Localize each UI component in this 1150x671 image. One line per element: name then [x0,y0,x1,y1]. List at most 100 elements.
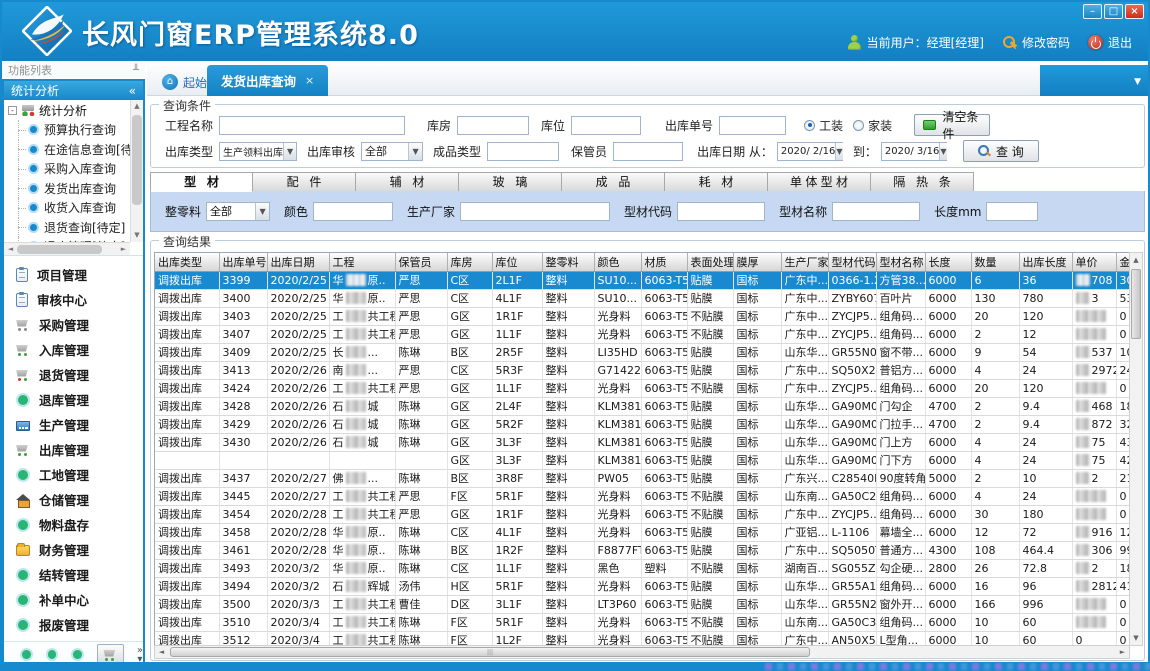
material-tab-4[interactable]: 成品 [562,172,665,192]
scroll-right-icon[interactable]: ► [117,245,130,253]
table-row[interactable]: 调拨出库34032020/2/25工共工程严思G区1R1F整料光身料6063-T… [155,307,1130,325]
scroll-up-icon[interactable]: ▲ [131,100,143,113]
out-type-select[interactable]: 生产领料出库▼ [219,142,297,161]
tab-close-icon[interactable]: × [305,74,314,87]
table-row[interactable]: 调拨出库34372020/2/27佛...陈琳B区3R8F整料PW056063-… [155,469,1130,487]
tree-item-3[interactable]: 发货出库查询 [4,179,130,199]
tree-horizontal-scrollbar[interactable]: ◄ ► [4,242,130,255]
column-header[interactable]: 整零料 [542,253,594,271]
tree-vertical-scrollbar[interactable]: ▲ ▼ [130,100,143,242]
scroll-right-icon[interactable]: ► [1116,648,1129,656]
section-header-statistics[interactable]: 统计分析 « [4,81,143,100]
column-header[interactable]: 工程 [329,253,395,271]
material-tab-1[interactable]: 配件 [253,172,356,192]
warehouse-input[interactable] [457,116,529,135]
column-header[interactable]: 库房 [447,253,492,271]
table-row[interactable]: 调拨出库34092020/2/25长...陈琳B区2R5F整料LI35HD606… [155,343,1130,361]
sidebar-item-8[interactable]: 工地管理 [4,462,143,487]
table-row[interactable]: 调拨出库34282020/2/26石城陈琳G区2L4F整料KLM38176063… [155,397,1130,415]
zhengling-select[interactable]: 全部▼ [206,202,270,221]
tree-item-4[interactable]: 收货入库查询 [4,198,130,218]
column-header[interactable]: 出库长度 [1019,253,1072,271]
name-input[interactable] [832,202,920,221]
table-row[interactable]: 调拨出库35122020/3/4工共工程陈琳F区1L2F整料光身料6063-T5… [155,631,1130,646]
table-row[interactable]: 调拨出库34132020/2/26南...严思C区5R3F整料G71422606… [155,361,1130,379]
tree-item-2[interactable]: 采购入库查询 [4,159,130,179]
grid-vertical-scrollbar[interactable]: ▲ ▼ [1129,252,1143,646]
table-row[interactable]: 调拨出库34292020/2/26石城陈琳G区5R2F整料KLM38176063… [155,415,1130,433]
sidebar-item-6[interactable]: 生产管理 [4,412,143,437]
column-header[interactable]: 出库类型 [155,253,219,271]
collapse-icon[interactable]: « [129,84,136,98]
sidebar-item-0[interactable]: 项目管理 [4,262,143,287]
logout-button[interactable]: 退出 [1088,34,1132,51]
material-tab-7[interactable]: 隔热条 [871,172,974,192]
column-header[interactable]: 出库单号 [219,253,267,271]
sidebar-item-3[interactable]: 入库管理 [4,337,143,362]
color-input[interactable] [313,202,393,221]
column-header[interactable]: 长度 [925,253,971,271]
tree-hscroll-thumb[interactable] [17,245,102,254]
length-input[interactable] [986,202,1038,221]
code-input[interactable] [677,202,765,221]
minimize-button[interactable]: – [1083,4,1102,19]
sidebar-item-1[interactable]: 审核中心 [4,287,143,312]
column-header[interactable]: 表面处理 [687,253,733,271]
column-header[interactable]: 型材代码 [828,253,876,271]
column-header[interactable]: 库位 [492,253,542,271]
material-tab-2[interactable]: 辅材 [356,172,459,192]
tree-item-1[interactable]: 在途信息查询[待 [4,140,130,160]
module-dot-icon[interactable] [46,648,59,661]
table-row[interactable]: 调拨出库35002020/3/3工共工程曹佳D区3L1F整料LT3P606063… [155,595,1130,613]
date-to-picker[interactable]: 2020/ 3/16▼ [881,142,947,161]
keeper-input[interactable] [613,142,683,161]
table-row[interactable]: 调拨出库35102020/3/4工共工程陈琳F区5R1F整料光身料6063-T5… [155,613,1130,631]
table-row[interactable]: 调拨出库34582020/2/28华原..陈琳C区4L1F整料光身料6063-T… [155,523,1130,541]
column-header[interactable]: 保管员 [395,253,447,271]
radio-jiazhuang[interactable]: 家装 [853,117,892,134]
scroll-left-icon[interactable]: ◄ [155,648,168,656]
table-row[interactable]: 调拨出库34932020/3/2华原..陈琳C区1L1F整料黑色塑料不贴膜国标湖… [155,559,1130,577]
tree-scroll-thumb[interactable] [132,115,142,205]
sidebar-item-4[interactable]: 退货管理 [4,362,143,387]
factory-input[interactable] [460,202,610,221]
column-header[interactable]: 出库日期 [267,253,329,271]
tree-root-statistics[interactable]: - 统计分析 [4,100,130,120]
tab-overflow-arrow-icon[interactable]: ▼ [1134,77,1141,87]
tree-item-0[interactable]: 预算执行查询 [4,120,130,140]
order-no-input[interactable] [719,116,786,135]
table-row[interactable]: 调拨出库34612020/2/28华原..陈琳B区1R2F整料F8877FT60… [155,541,1130,559]
product-type-input[interactable] [487,142,559,161]
search-button[interactable]: 查 询 [963,140,1039,162]
sidebar-item-2[interactable]: 采购管理 [4,312,143,337]
sidebar-item-14[interactable]: 报废管理 [4,612,143,637]
tab-shipping-outbound-query[interactable]: 发货出库查询 × [207,65,328,96]
sidebar-item-5[interactable]: 退库管理 [4,387,143,412]
grid-vscroll-thumb[interactable] [1131,269,1141,339]
scroll-down-icon[interactable]: ▼ [1130,631,1142,645]
close-button[interactable]: × [1125,4,1144,19]
scroll-up-icon[interactable]: ▲ [1130,253,1142,267]
sidebar-item-9[interactable]: 仓储管理 [4,487,143,512]
table-row[interactable]: 调拨出库34542020/2/28工共工程严思G区1R1F整料光身料6063-T… [155,505,1130,523]
pin-icon[interactable]: ╨ [133,65,139,76]
table-row[interactable]: 调拨出库33992020/2/25华原..严思C区2L1F整料SU10...60… [155,271,1130,289]
maximize-button[interactable]: □ [1104,4,1123,19]
table-row[interactable]: 调拨出库34242020/2/26工共工程严思G区1L1F整料光身料6063-T… [155,379,1130,397]
table-row[interactable]: 调拨出库34302020/2/26石城陈琳G区3L3F整料KLM38176063… [155,433,1130,451]
column-header[interactable]: 颜色 [594,253,641,271]
sidebar-item-12[interactable]: 结转管理 [4,562,143,587]
sidebar-item-11[interactable]: 财务管理 [4,537,143,562]
column-header[interactable]: 膜厚 [733,253,781,271]
table-row[interactable]: 调拨出库34002020/2/25华原..严思C区4L1F整料SU10...60… [155,289,1130,307]
table-row[interactable]: 调拨出库34072020/2/25工共工程严思G区1L1F整料光身料6063-T… [155,325,1130,343]
column-header[interactable]: 生产厂家 [781,253,828,271]
date-from-picker[interactable]: 2020/ 2/16▼ [777,142,843,161]
column-header[interactable]: 型材名称 [876,253,925,271]
tree-expander-icon[interactable]: - [8,106,17,115]
column-header[interactable]: 金额 [1116,253,1130,271]
project-name-input[interactable] [219,116,405,135]
radio-gongzhuang[interactable]: 工装 [804,117,843,134]
audit-select[interactable]: 全部▼ [361,142,423,161]
grid-hscroll-thumb[interactable]: ||| [170,647,810,657]
